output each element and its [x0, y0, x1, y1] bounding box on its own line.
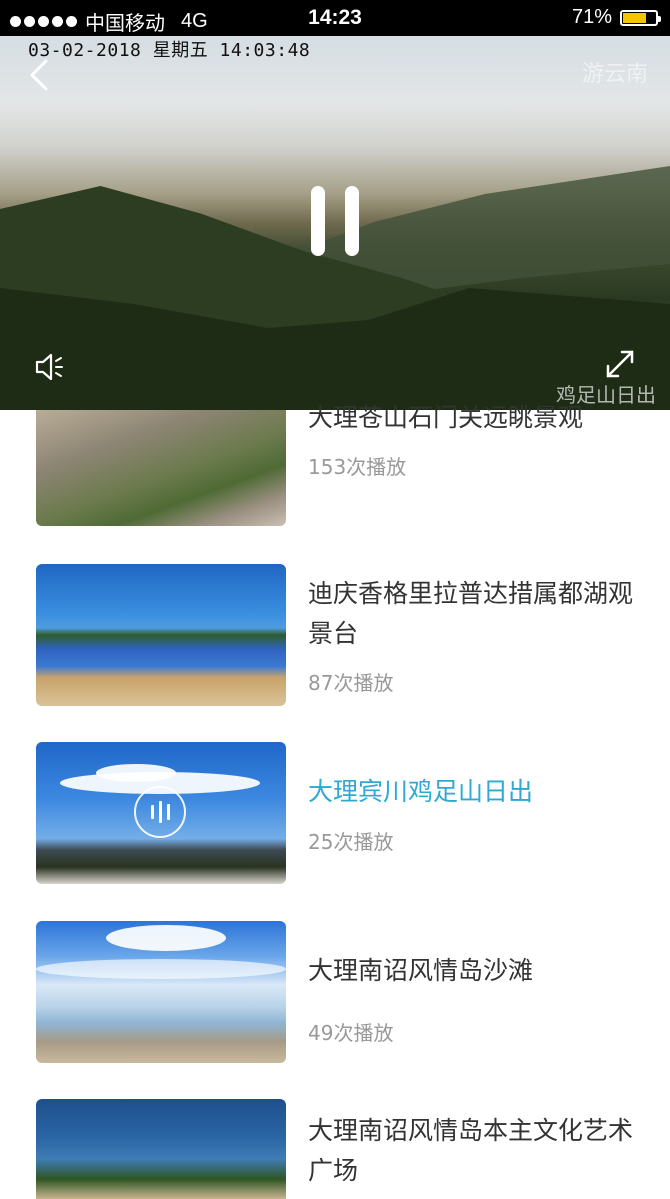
video-thumbnail[interactable]	[36, 1099, 286, 1199]
pause-bar-left	[311, 186, 325, 256]
status-bar: 中国移动 4G 14:23 71%	[0, 0, 670, 36]
battery-fill	[623, 12, 646, 23]
equalizer-bar	[150, 805, 154, 819]
thumbnail-cloud	[106, 925, 226, 951]
video-title[interactable]: 大理南诏风情岛本主文化艺术广场	[308, 1111, 638, 1191]
play-count: 153次播放	[308, 455, 407, 479]
play-count: 87次播放	[308, 671, 394, 695]
equalizer-bar	[158, 801, 162, 823]
video-thumbnail[interactable]	[36, 742, 286, 884]
video-thumbnail[interactable]	[36, 410, 286, 526]
watermark-logo-text: 游云南	[581, 62, 648, 87]
video-title[interactable]: 大理宾川鸡足山日出	[308, 772, 638, 812]
video-thumbnail[interactable]	[36, 921, 286, 1063]
video-player[interactable]: 03-02-2018 星期五 14:03:48 游云南 鸡足山日出	[0, 36, 670, 410]
video-title[interactable]: 大理南诏风情岛沙滩	[308, 951, 638, 991]
video-thumbnail[interactable]	[36, 564, 286, 706]
battery-icon	[620, 9, 661, 26]
now-playing-icon	[134, 786, 186, 838]
video-timestamp: 03-02-2018 星期五 14:03:48	[28, 40, 311, 61]
thumbnail-cloud	[36, 959, 286, 979]
play-count: 25次播放	[308, 830, 394, 854]
equalizer-bar	[166, 804, 170, 820]
volume-icon[interactable]	[34, 352, 66, 382]
thumbnail-cloud	[96, 764, 176, 782]
back-arrow-icon[interactable]	[26, 58, 54, 92]
pause-button[interactable]	[304, 186, 366, 260]
fullscreen-icon[interactable]	[604, 348, 636, 380]
video-title[interactable]: 迪庆香格里拉普达措属都湖观景台	[308, 574, 638, 654]
battery-percent: 71%	[571, 6, 612, 28]
clock: 14:23	[308, 6, 362, 29]
play-count: 49次播放	[308, 1021, 394, 1045]
pause-bar-right	[345, 186, 359, 256]
video-title[interactable]: 大理苍山石门关远眺景观	[308, 398, 638, 438]
